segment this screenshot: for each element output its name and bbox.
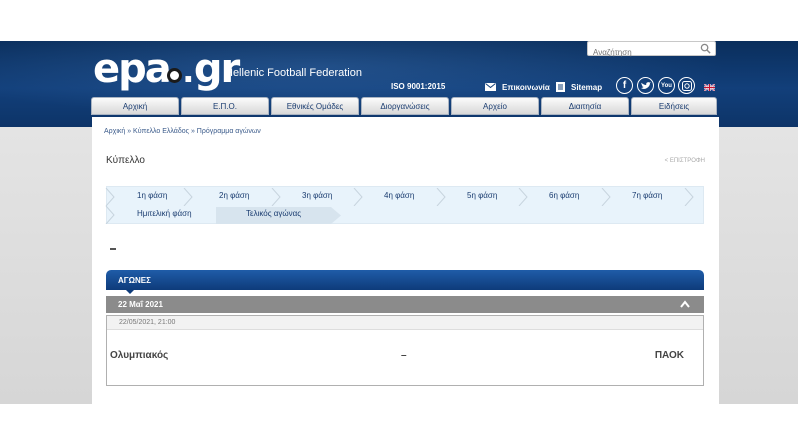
match-date: 22 Μαΐ 2021 — [118, 300, 163, 309]
nav-item-news[interactable]: Ειδήσεις — [631, 97, 717, 115]
iso-label: ISO 9001:2015 — [391, 82, 445, 91]
tab-stage-4[interactable]: 4η φάση — [384, 191, 414, 200]
nav-item-epo[interactable]: Ε.Π.Ο. — [181, 97, 269, 115]
sitemap-icon — [556, 82, 565, 92]
twitter-icon[interactable] — [637, 77, 654, 94]
tab-stage-2[interactable]: 2η φάση — [219, 191, 249, 200]
sitemap-link[interactable]: Sitemap — [556, 79, 602, 95]
tab-final[interactable]: Τελικός αγώνας — [246, 209, 301, 218]
chevron-right-icon — [183, 188, 193, 206]
tab-stage-1[interactable]: 1η φάση — [137, 191, 167, 200]
tab-stage-6[interactable]: 6η φάση — [549, 191, 579, 200]
logo-dot: . — [183, 49, 194, 89]
logo-text: epa — [93, 49, 170, 89]
tab-stage-7[interactable]: 7η φάση — [632, 191, 662, 200]
chevron-up-icon[interactable] — [680, 300, 690, 308]
nav-item-refereeing[interactable]: Διαιτησία — [541, 97, 629, 115]
breadcrumb[interactable]: Αρχική » Κύπελλο Ελλάδος » Πρόγραμμα αγώ… — [104, 128, 261, 135]
uk-flag-icon[interactable] — [704, 84, 715, 91]
instagram-icon[interactable] — [678, 77, 695, 94]
nav-item-home[interactable]: Αρχική — [91, 97, 179, 115]
match-date-bar[interactable]: 22 Μαΐ 2021 — [106, 296, 704, 313]
chevron-right-icon — [271, 188, 281, 206]
stage-tabs: 1η φάση 2η φάση 3η φάση 4η φάση 5η φάση … — [106, 186, 704, 224]
nav-item-national-teams[interactable]: Εθνικές Ομάδες — [271, 97, 359, 115]
home-team: Ολυμπιακός — [110, 350, 168, 361]
top-margin — [0, 0, 798, 41]
search-input[interactable] — [588, 46, 693, 59]
search-box — [587, 41, 716, 56]
contact-link[interactable]: Επικοινωνία — [485, 79, 550, 95]
page-title: Κύπελλο — [106, 155, 145, 166]
back-link[interactable]: < ΕΠΙΣΤΡΟΦΗ — [665, 158, 705, 164]
chevron-right-icon — [105, 188, 115, 206]
chevron-right-icon — [353, 188, 363, 206]
nav-item-competitions[interactable]: Διοργανώσεις — [361, 97, 449, 115]
tab-stage-5[interactable]: 5η φάση — [467, 191, 497, 200]
away-team: ΠΑΟΚ — [655, 350, 684, 361]
chevron-right-icon — [518, 188, 528, 206]
chevron-right-icon — [436, 188, 446, 206]
tab-semifinal[interactable]: Ημιτελική φάση — [137, 209, 192, 218]
football-icon — [167, 68, 182, 83]
envelope-icon — [485, 83, 496, 91]
facebook-icon[interactable]: f — [616, 77, 633, 94]
nav-item-archive[interactable]: Αρχείο — [451, 97, 539, 115]
contact-label: Επικοινωνία — [502, 83, 550, 92]
match-score: – — [401, 350, 407, 361]
match-datetime: 22/05/2021, 21:00 — [107, 316, 703, 330]
youtube-icon[interactable]: You — [658, 77, 675, 94]
matches-header: ΑΓΩΝΕΣ — [106, 270, 704, 290]
site-header: epa . gr Hellenic Football Federation IS… — [0, 41, 798, 127]
chevron-right-icon — [601, 188, 611, 206]
search-icon[interactable] — [700, 43, 711, 54]
divider-dash — [110, 248, 116, 250]
chevron-right-icon — [684, 188, 694, 206]
main-content: Αρχική » Κύπελλο Ελλάδος » Πρόγραμμα αγώ… — [92, 117, 719, 404]
bottom-margin — [0, 404, 798, 445]
sitemap-label: Sitemap — [571, 83, 602, 92]
match-card[interactable]: 22/05/2021, 21:00 Ολυμπιακός – ΠΑΟΚ — [106, 315, 704, 386]
tab-stage-3[interactable]: 3η φάση — [302, 191, 332, 200]
chevron-right-icon — [105, 206, 115, 224]
epo-logo[interactable]: epa . gr — [93, 45, 238, 89]
federation-name: Hellenic Football Federation — [225, 67, 362, 79]
main-nav: Αρχική Ε.Π.Ο. Εθνικές Ομάδες Διοργανώσει… — [91, 97, 719, 115]
